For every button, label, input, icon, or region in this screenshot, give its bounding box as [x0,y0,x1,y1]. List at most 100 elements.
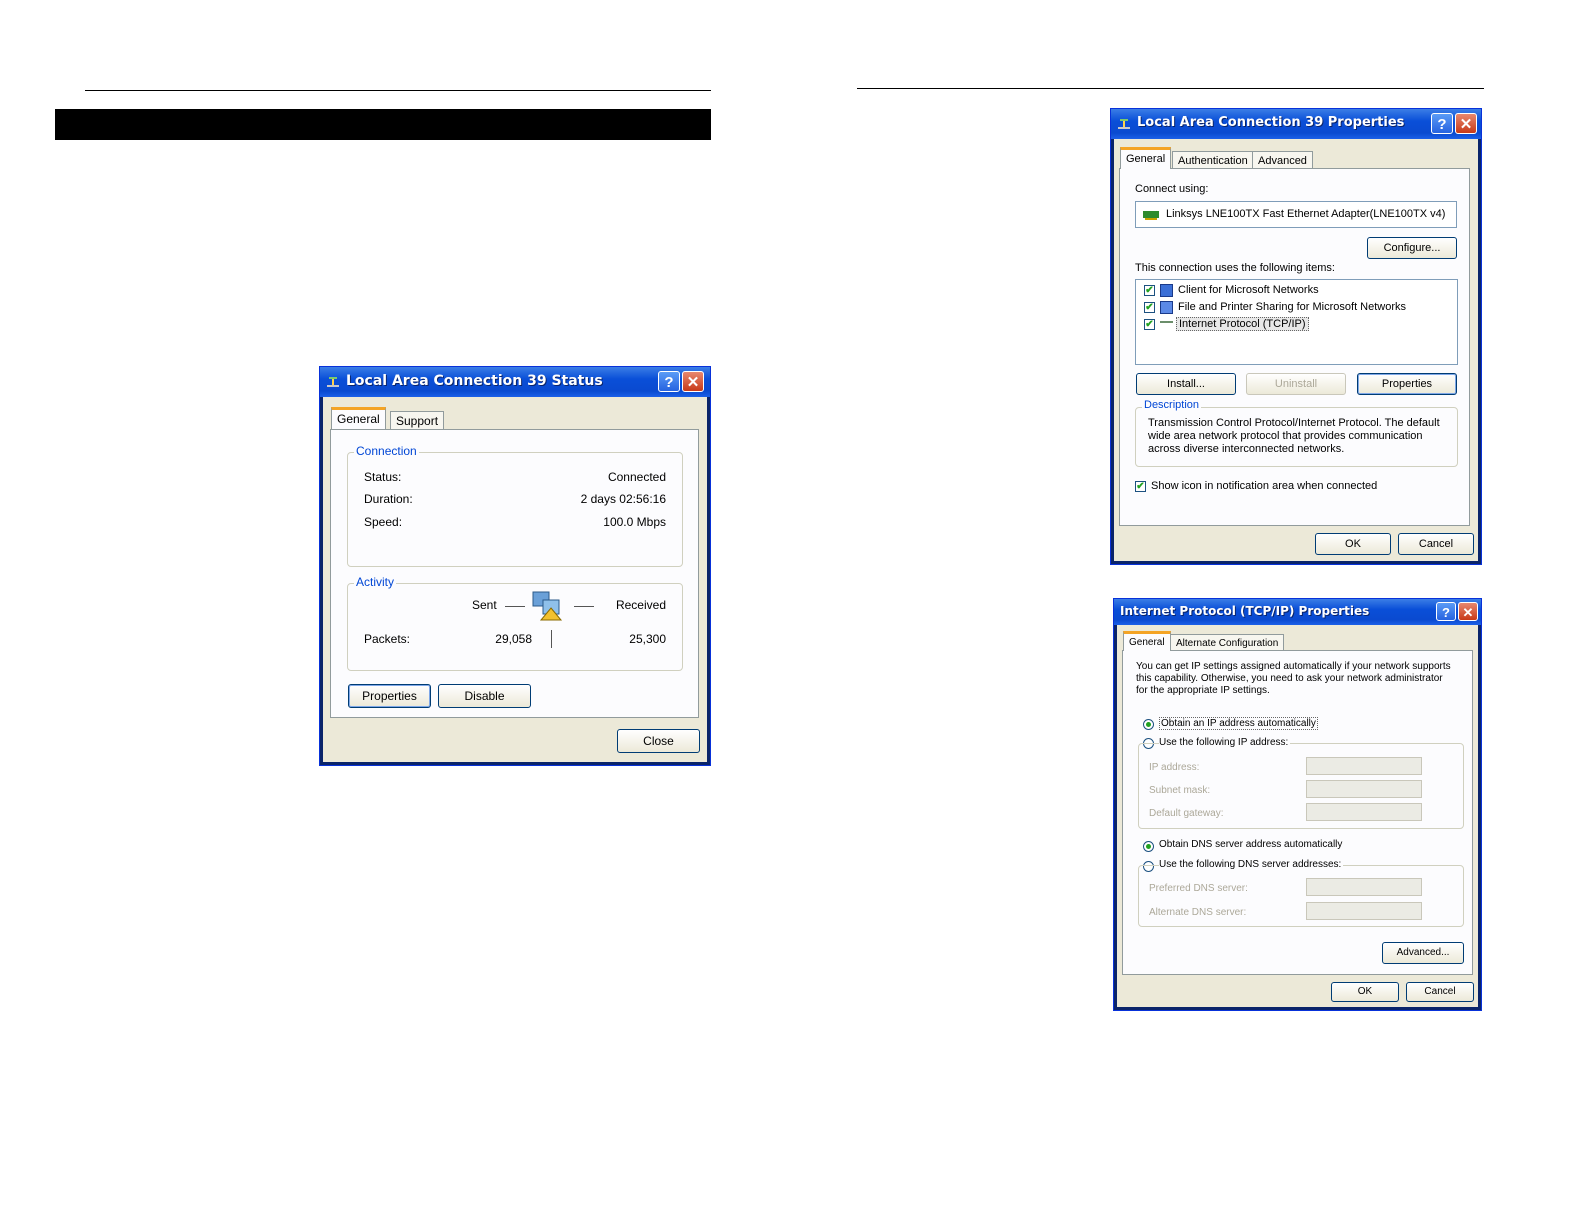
configure-button[interactable]: Configure... [1367,237,1457,259]
connection-group: Connection Status: Connected Duration: 2… [347,444,683,567]
default-gateway-field[interactable] [1306,803,1422,821]
file-sharing-icon [1160,301,1173,314]
item-checkbox[interactable]: ✔ [1144,285,1155,296]
description-legend: Description [1142,399,1202,411]
cancel-button[interactable]: Cancel [1406,982,1474,1002]
alternate-dns-field[interactable] [1306,902,1422,920]
received-line [574,606,594,607]
status-title-bar[interactable]: Local Area Connection 39 Status ? ✕ [320,367,710,397]
default-gateway-label: Default gateway: [1149,808,1224,819]
item-checkbox[interactable]: ✔ [1144,319,1155,330]
status-dialog-title: Local Area Connection 39 Status [346,373,603,389]
ip-address-group: IP address: Subnet mask: Default gateway… [1138,743,1464,829]
intro-text: You can get IP settings assigned automat… [1136,661,1451,696]
advanced-button[interactable]: Advanced... [1382,942,1464,964]
left-page-rule [85,90,711,91]
tab-general[interactable]: General [1120,147,1172,169]
status-dialog: Local Area Connection 39 Status ? ✕ Gene… [319,366,711,766]
close-button[interactable]: Close [617,729,700,753]
adapter-field: Linksys LNE100TX Fast Ethernet Adapter(L… [1135,201,1457,228]
sent-line [505,606,525,607]
obtain-dns-radio[interactable] [1143,841,1154,852]
ok-button[interactable]: OK [1331,982,1399,1002]
ok-button[interactable]: OK [1315,533,1391,555]
network-adapter-icon [1143,211,1159,220]
preferred-dns-field[interactable] [1306,878,1422,896]
tab-alternate-configuration[interactable]: Alternate Configuration [1170,634,1285,651]
activity-legend: Activity [354,575,397,589]
status-value: Connected [607,470,666,484]
uninstall-button[interactable]: Uninstall [1246,373,1346,395]
tab-advanced[interactable]: Advanced [1252,151,1313,169]
components-list[interactable]: ✔ Client for Microsoft Networks ✔ File a… [1135,279,1458,365]
ip-address-field[interactable] [1306,757,1422,775]
adapter-name: Linksys LNE100TX Fast Ethernet Adapter(L… [1166,208,1446,220]
tcpip-general-panel: You can get IP settings assigned automat… [1122,650,1473,975]
lan-general-panel: Connect using: Linksys LNE100TX Fast Eth… [1119,168,1470,526]
tab-general[interactable]: General [1123,631,1171,651]
help-button[interactable]: ? [1431,113,1453,134]
item-checkbox[interactable]: ✔ [1144,302,1155,313]
close-window-button[interactable]: ✕ [682,371,704,392]
help-button[interactable]: ? [1436,602,1456,621]
packets-divider [551,630,552,648]
status-label: Status: [364,470,402,484]
properties-button[interactable]: Properties [348,684,431,708]
protocol-icon [1160,321,1173,327]
alternate-dns-label: Alternate DNS server: [1149,907,1247,918]
list-item-selected[interactable]: Internet Protocol (TCP/IP) [1176,317,1309,331]
packets-sent-value: 29,058 [495,632,532,646]
help-button[interactable]: ? [658,371,680,392]
show-icon-checkbox[interactable]: ✔ [1135,481,1146,492]
tab-authentication[interactable]: Authentication [1172,151,1254,169]
activity-group: Activity Sent Received Packets: 29,058 2… [347,575,683,671]
tcpip-title-bar[interactable]: Internet Protocol (TCP/IP) Properties ? … [1114,599,1481,625]
duration-label: Duration: [364,492,413,506]
dns-server-group: Preferred DNS server: Alternate DNS serv… [1138,865,1464,927]
use-ip-label[interactable]: Use the following IP address: [1159,737,1291,748]
network-connection-icon [327,377,339,387]
ip-address-label: IP address: [1149,762,1200,773]
status-client-area: General Support Connection Status: Conne… [323,397,707,762]
network-client-icon [1160,284,1173,297]
items-label: This connection uses the following items… [1135,262,1335,274]
tcpip-properties-dialog: Internet Protocol (TCP/IP) Properties ? … [1113,598,1482,1011]
tab-support[interactable]: Support [390,411,445,429]
description-group: Description Transmission Control Protoco… [1135,399,1458,467]
duration-value: 2 days 02:56:16 [580,492,666,506]
obtain-dns-label[interactable]: Obtain DNS server address automatically [1159,839,1342,850]
show-icon-label[interactable]: Show icon in notification area when conn… [1151,480,1377,492]
tcpip-dialog-title: Internet Protocol (TCP/IP) Properties [1120,604,1370,618]
lan-properties-dialog: Local Area Connection 39 Properties ? ✕ … [1110,108,1482,565]
sent-label: Sent [472,598,497,612]
section-header-bar [55,109,711,140]
properties-button[interactable]: Properties [1357,373,1457,395]
use-dns-label[interactable]: Use the following DNS server addresses: [1159,859,1344,870]
network-activity-icon [532,591,563,621]
speed-label: Speed: [364,515,403,529]
install-button[interactable]: Install... [1136,373,1236,395]
preferred-dns-label: Preferred DNS server: [1149,883,1248,894]
right-page-rule [857,88,1484,89]
received-label: Received [615,598,666,612]
obtain-ip-radio[interactable] [1143,719,1154,730]
description-text: Transmission Control Protocol/Internet P… [1148,417,1440,455]
subnet-mask-field[interactable] [1306,780,1422,798]
list-item[interactable]: File and Printer Sharing for Microsoft N… [1178,301,1406,313]
subnet-mask-label: Subnet mask: [1149,785,1211,796]
cancel-button[interactable]: Cancel [1398,533,1474,555]
speed-value: 100.0 Mbps [603,515,666,529]
lan-title-bar[interactable]: Local Area Connection 39 Properties ? ✕ [1111,109,1481,139]
network-connection-icon [1118,119,1130,129]
connect-using-label: Connect using: [1135,183,1209,195]
close-window-button[interactable]: ✕ [1458,602,1478,621]
obtain-ip-label[interactable]: Obtain an IP address automatically [1159,717,1318,730]
tcpip-client-area: General Alternate Configuration You can … [1117,625,1478,1007]
connection-legend: Connection [354,444,419,458]
status-general-panel: Connection Status: Connected Duration: 2… [330,429,699,718]
close-window-button[interactable]: ✕ [1455,113,1477,134]
disable-button[interactable]: Disable [438,684,531,708]
tab-general[interactable]: General [331,407,386,429]
list-item[interactable]: Client for Microsoft Networks [1178,284,1319,296]
lan-dialog-title: Local Area Connection 39 Properties [1137,115,1405,130]
